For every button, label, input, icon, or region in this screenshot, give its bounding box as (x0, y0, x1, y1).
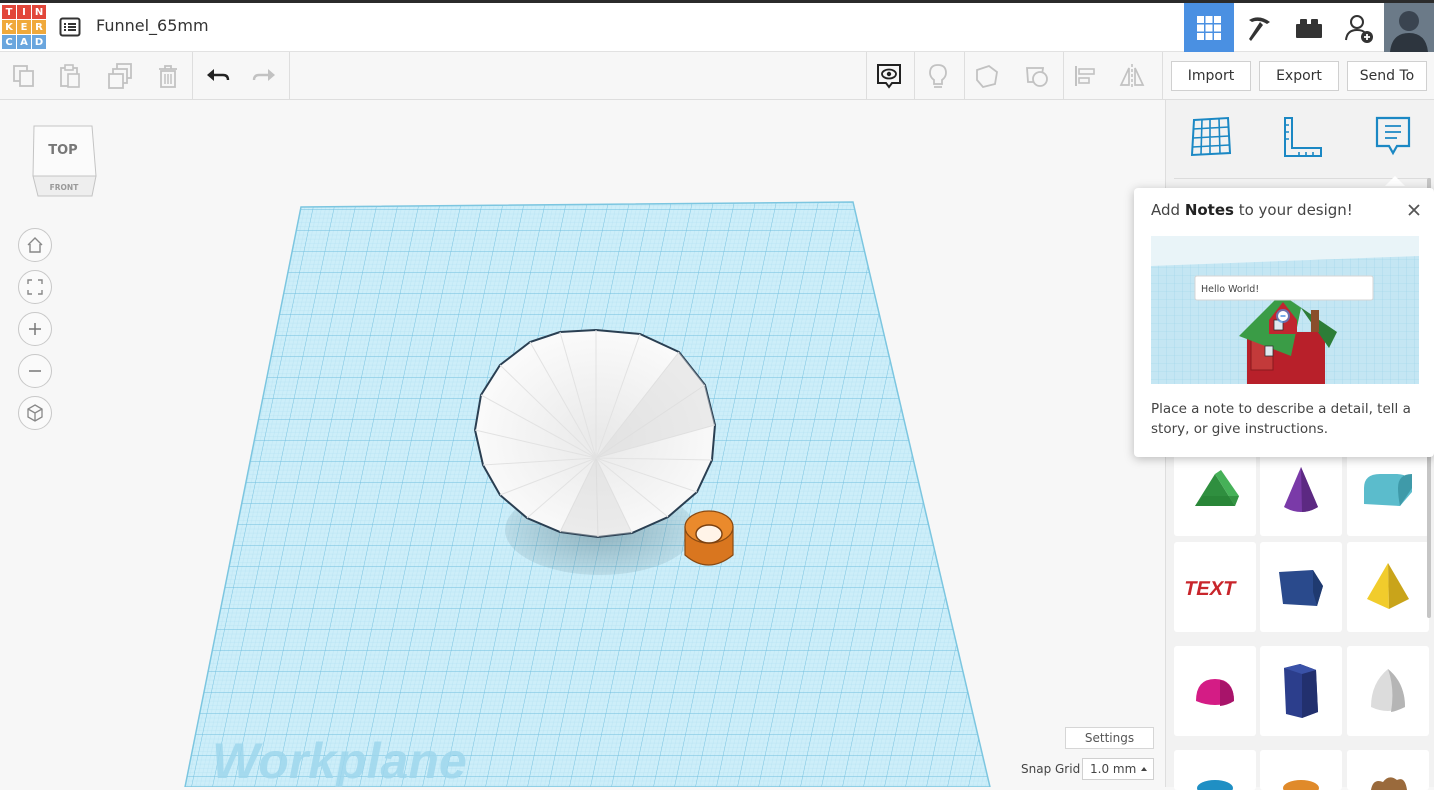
perspective-icon (27, 404, 43, 422)
popover-body: Place a note to describe a detail, tell … (1151, 401, 1411, 437)
logo-letter: R (32, 20, 46, 34)
shape-partial-1[interactable] (1174, 750, 1256, 790)
logo-letter: D (32, 35, 46, 49)
shape-partial-3[interactable] (1347, 750, 1429, 790)
undo-icon[interactable] (202, 60, 234, 92)
paste-icon[interactable] (54, 60, 86, 92)
tube-shape[interactable] (684, 510, 734, 566)
hole-shape-icon[interactable] (1021, 60, 1053, 92)
view-cube-front-label[interactable]: FRONT (50, 183, 80, 192)
notes-visibility-icon[interactable] (873, 60, 905, 92)
zoom-in-button[interactable] (18, 312, 52, 346)
snap-grid-select[interactable]: 1.0 mm (1082, 758, 1154, 780)
top-bar: TIN KER CAD Funnel_65mm (0, 0, 1434, 52)
duplicate-icon[interactable] (104, 60, 136, 92)
perspective-button[interactable] (18, 396, 52, 430)
fit-all-icon (27, 279, 43, 295)
fit-all-button[interactable] (18, 270, 52, 304)
popover-title-bold: Notes (1184, 201, 1234, 219)
design-title[interactable]: Funnel_65mm (96, 16, 209, 35)
snap-grid-label: Snap Grid (1021, 762, 1081, 776)
popover-title: Add Notes to your design! (1151, 201, 1353, 219)
shape-pyramid[interactable] (1347, 542, 1429, 632)
light-bulb-icon[interactable] (922, 60, 954, 92)
view-cube[interactable]: TOP FRONT (30, 124, 98, 198)
ruler-tab-icon[interactable] (1277, 112, 1327, 162)
settings-button[interactable]: Settings (1065, 727, 1154, 749)
logo-letter: A (17, 35, 31, 49)
shape-wedge[interactable] (1174, 446, 1256, 536)
design-canvas[interactable]: Workplane (0, 100, 1165, 787)
notes-illustration: Hello World! (1151, 236, 1419, 384)
home-view-icon (27, 237, 43, 253)
logo-letter: I (17, 5, 31, 19)
workplane-label: Workplane (212, 733, 467, 787)
export-button[interactable]: Export (1259, 61, 1339, 91)
shape-polygon[interactable] (1260, 542, 1342, 632)
shape-hexagonal-prism[interactable] (1260, 646, 1342, 736)
illustration-caption: Hello World! (1201, 284, 1259, 295)
edit-toolbar: Import Export Send To (0, 52, 1434, 100)
grid-view-icon[interactable] (1184, 3, 1234, 52)
home-view-button[interactable] (18, 228, 52, 262)
caret-up-icon (1141, 767, 1147, 771)
logo-letter: C (2, 35, 16, 49)
notes-tab-icon[interactable] (1368, 112, 1418, 162)
view-cube-top-label[interactable]: TOP (48, 143, 77, 158)
shape-partial-2[interactable] (1260, 750, 1342, 790)
tinkercad-logo[interactable]: TIN KER CAD (2, 5, 46, 49)
design-list-icon[interactable] (58, 15, 82, 39)
zoom-out-icon (29, 370, 41, 372)
shape-cone[interactable] (1260, 446, 1342, 536)
zoom-out-button[interactable] (18, 354, 52, 388)
import-button[interactable]: Import (1171, 61, 1251, 91)
delete-icon[interactable] (152, 60, 184, 92)
redo-icon[interactable] (248, 60, 280, 92)
tab-indicator (1385, 176, 1405, 186)
add-user-icon[interactable] (1334, 3, 1384, 52)
logo-letter: K (2, 20, 16, 34)
snap-grid-value: 1.0 mm (1090, 762, 1137, 776)
workplane-tab-icon[interactable] (1186, 112, 1236, 162)
solid-shape-icon[interactable] (971, 60, 1003, 92)
shape-paraboloid[interactable] (1347, 646, 1429, 736)
shape-half-sphere[interactable] (1174, 646, 1256, 736)
align-icon[interactable] (1069, 60, 1101, 92)
copy-icon[interactable] (8, 60, 40, 92)
logo-letter: N (32, 5, 46, 19)
close-icon[interactable] (1406, 202, 1422, 218)
svg-text:TEXT: TEXT (1185, 578, 1238, 600)
zoom-in-icon (29, 323, 41, 335)
logo-letter: E (17, 20, 31, 34)
avatar[interactable] (1384, 3, 1434, 52)
pickaxe-icon[interactable] (1234, 3, 1284, 52)
shape-text[interactable]: TEXT (1174, 542, 1256, 632)
bricks-icon[interactable] (1284, 3, 1334, 52)
logo-letter: T (2, 5, 16, 19)
send-to-button[interactable]: Send To (1347, 61, 1427, 91)
mirror-icon[interactable] (1116, 60, 1148, 92)
notes-popover: Add Notes to your design! Hello World! P… (1134, 188, 1434, 457)
shape-half-cylinder[interactable] (1347, 446, 1429, 536)
